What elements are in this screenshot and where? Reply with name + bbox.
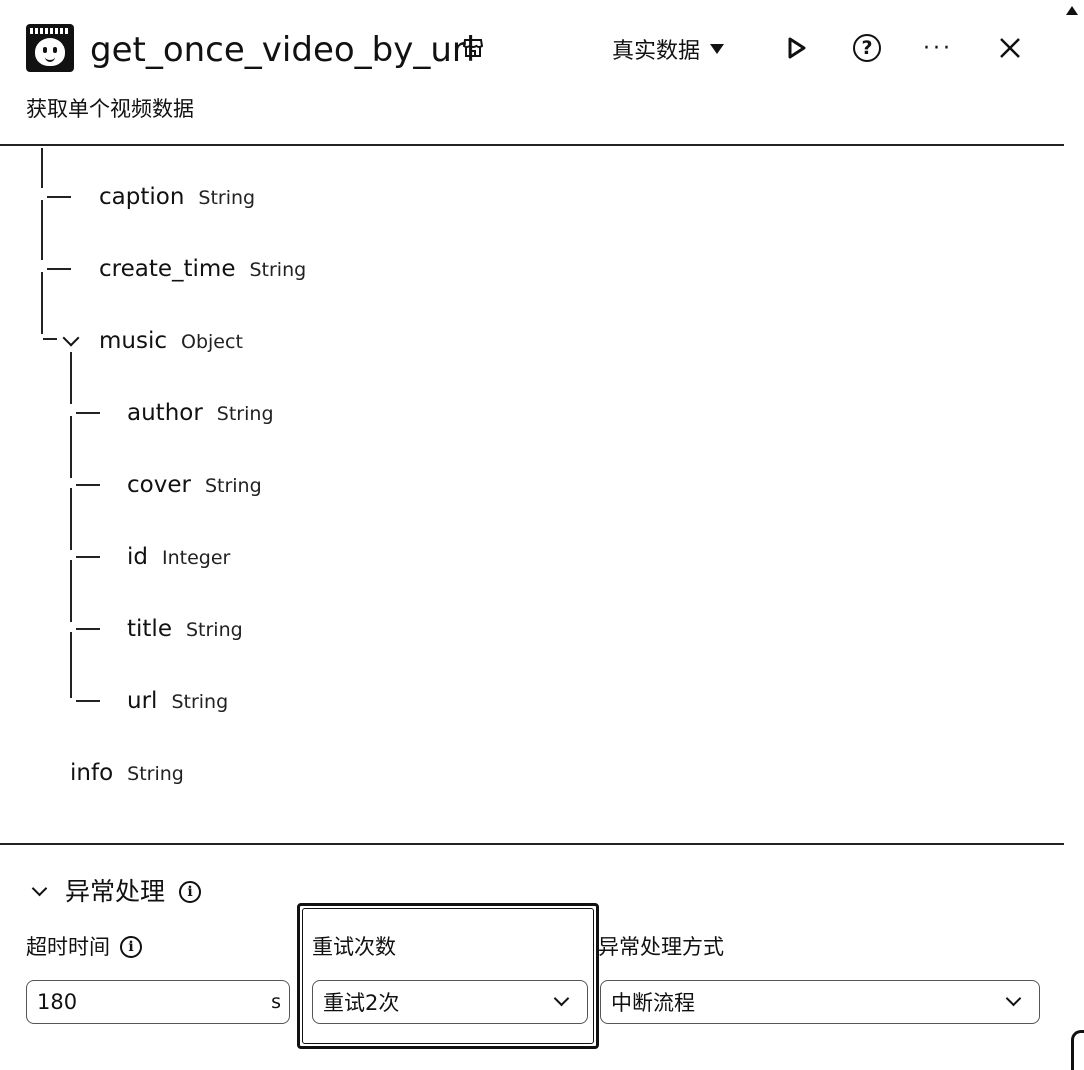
section-title: 异常处理 — [65, 877, 166, 906]
tree-node-author[interactable]: author String — [127, 398, 274, 429]
tree-connector — [70, 416, 72, 478]
field-type: String — [127, 763, 184, 785]
field-type: String — [249, 259, 307, 281]
timeout-unit: s — [271, 991, 281, 1013]
logo-face — [35, 38, 65, 66]
retry-select[interactable]: 重试2次 — [312, 980, 588, 1024]
retry-label: 重试次数 — [312, 932, 396, 962]
tree-connector — [47, 196, 71, 198]
store-icon[interactable] — [462, 37, 484, 59]
tree-node-id[interactable]: id Integer — [127, 542, 230, 573]
play-icon — [788, 37, 806, 59]
close-icon — [1000, 38, 1020, 58]
field-type: String — [198, 187, 256, 209]
more-icon: ··· — [923, 35, 953, 61]
tree-node-title[interactable]: title String — [127, 614, 243, 645]
section-divider — [0, 843, 1064, 845]
tree-node-info[interactable]: info String — [70, 758, 184, 789]
field-name: music — [99, 328, 168, 354]
timeout-input[interactable] — [27, 990, 247, 1014]
field-name: author — [127, 400, 203, 426]
data-mode-select[interactable]: 真实数据 — [612, 33, 725, 65]
help-button[interactable]: ? — [850, 31, 884, 65]
info-icon[interactable]: i — [120, 936, 142, 958]
close-button[interactable] — [993, 31, 1027, 65]
timeout-label: 超时时间 i — [26, 932, 142, 962]
chevron-down-icon — [1005, 990, 1022, 1007]
field-type: String — [216, 403, 274, 425]
retry-value: 重试2次 — [323, 991, 400, 1015]
tree-connector — [70, 632, 72, 698]
expand-chevron-icon[interactable] — [62, 329, 80, 347]
tree-node-create-time[interactable]: create_time String — [99, 254, 306, 285]
field-type: String — [171, 691, 229, 713]
timeout-field[interactable]: s — [26, 980, 290, 1024]
tree-node-cover[interactable]: cover String — [127, 470, 262, 501]
tree-node-music[interactable]: music Object — [99, 326, 243, 357]
page-title: get_once_video_by_url — [90, 30, 476, 70]
handling-label-text: 异常处理方式 — [598, 935, 724, 959]
help-icon: ? — [853, 34, 881, 62]
field-type: Object — [181, 331, 243, 353]
tree-connector — [76, 556, 100, 558]
field-name: id — [127, 544, 148, 570]
timeout-label-text: 超时时间 — [26, 935, 110, 959]
tree-connector — [43, 338, 57, 340]
tree-connector — [47, 268, 71, 270]
edge-bracket — [1071, 1030, 1084, 1070]
field-name: caption — [99, 184, 185, 210]
field-type: Integer — [162, 547, 231, 569]
tree-connector — [41, 200, 43, 260]
handling-select[interactable]: 中断流程 — [600, 980, 1040, 1024]
tree-connector — [41, 272, 43, 334]
info-icon[interactable]: i — [179, 881, 202, 903]
field-name: create_time — [99, 256, 236, 282]
tree-connector — [76, 700, 100, 702]
header-divider — [0, 144, 1064, 146]
tree-connector — [76, 628, 100, 630]
field-type: String — [185, 619, 243, 641]
plugin-logo — [26, 24, 74, 72]
corner-triangle-icon — [1066, 6, 1078, 15]
page-description: 获取单个视频数据 — [26, 97, 194, 121]
more-button[interactable]: ··· — [921, 31, 955, 65]
data-mode-label: 真实数据 — [612, 39, 701, 64]
chevron-down-icon — [553, 990, 570, 1007]
tree-connector — [41, 148, 43, 188]
tree-connector — [70, 352, 72, 404]
field-name: info — [70, 760, 114, 786]
tree-connector — [70, 488, 72, 550]
caret-down-icon — [710, 44, 725, 54]
chevron-down-icon — [31, 880, 48, 896]
field-type: String — [204, 475, 262, 497]
tree-node-caption[interactable]: caption String — [99, 182, 255, 213]
tree-connector — [70, 560, 72, 622]
logo-eye-left — [43, 47, 47, 53]
tree-connector — [76, 412, 100, 414]
field-name: title — [127, 616, 172, 642]
field-name: cover — [127, 472, 191, 498]
retry-label-text: 重试次数 — [312, 935, 396, 959]
logo-eye-right — [53, 47, 57, 53]
run-button[interactable] — [779, 31, 813, 65]
logo-mouth — [45, 55, 55, 62]
field-name: url — [127, 688, 158, 714]
handling-value: 中断流程 — [611, 991, 695, 1015]
tree-connector — [76, 484, 100, 486]
logo-band — [30, 28, 70, 34]
tree-node-url[interactable]: url String — [127, 686, 228, 717]
handling-label: 异常处理方式 — [598, 932, 724, 962]
exception-section-toggle[interactable]: 异常处理 i — [30, 874, 202, 910]
